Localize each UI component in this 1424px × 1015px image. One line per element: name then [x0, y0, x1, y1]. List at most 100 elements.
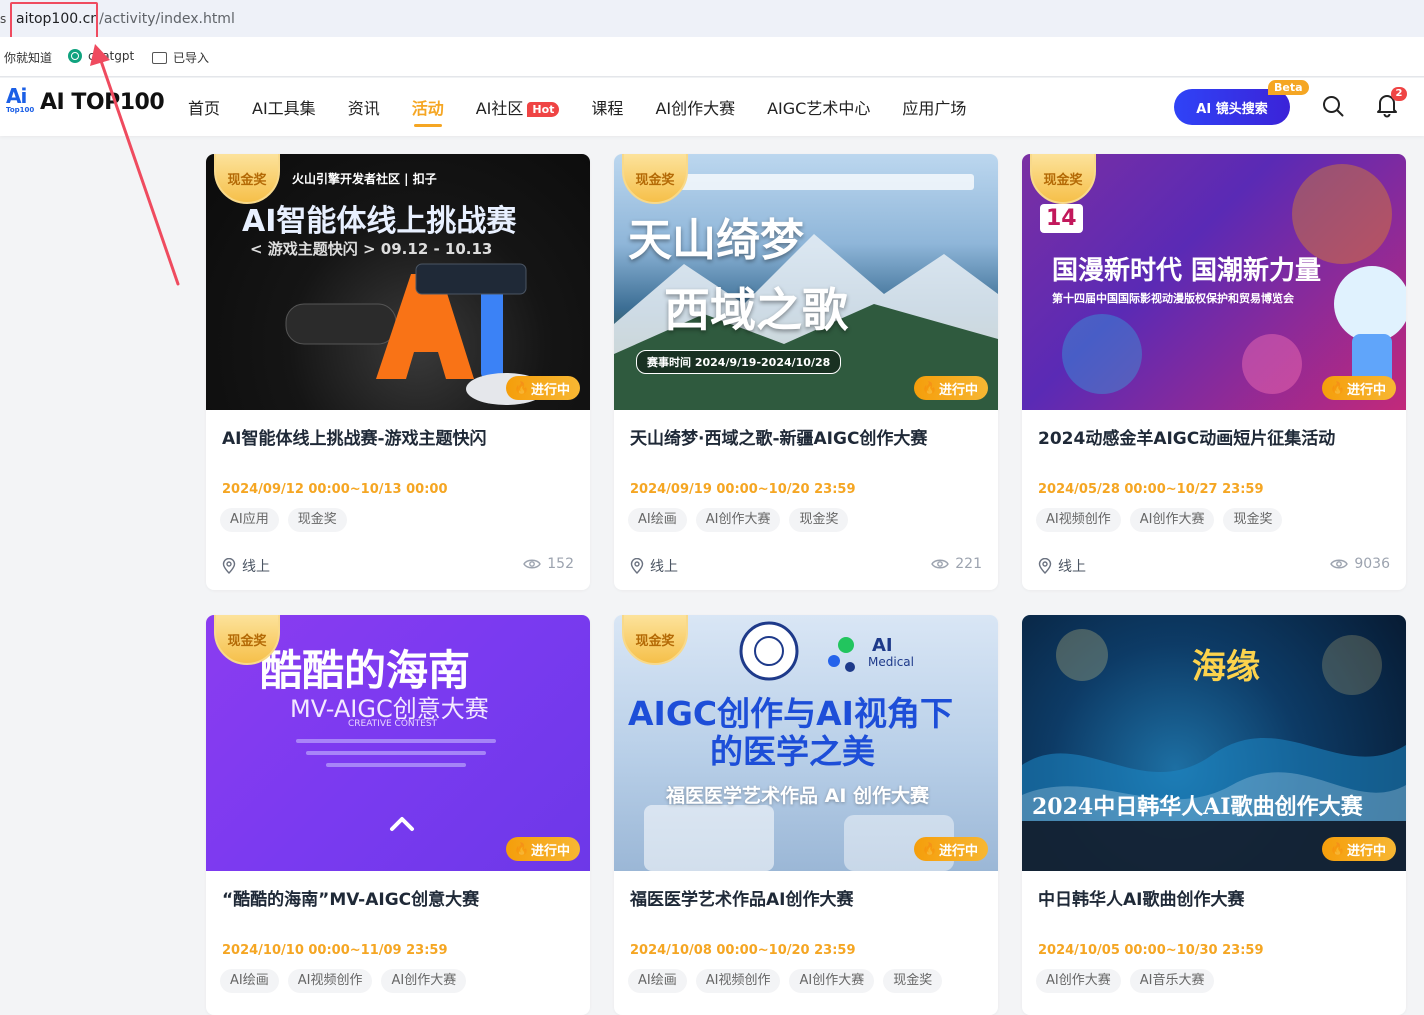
tag[interactable]: AI绘画	[628, 969, 687, 993]
banner-line2: 2024中日韩华人AI歌曲创作大赛	[1032, 794, 1363, 820]
tag[interactable]: AI创作大赛	[381, 969, 467, 993]
location-pin-icon	[222, 558, 236, 574]
banner-line3: 福医医学艺术作品 AI 创作大赛	[666, 785, 930, 807]
card-date: 2024/09/19 00:00~10/20 23:59	[630, 482, 856, 497]
tag[interactable]: AI视频创作	[1036, 508, 1121, 532]
status-pill: 🔥 进行中	[914, 837, 988, 861]
activity-card[interactable]: AI Medical AIGC创作与AI视角下 的医学之美 福医医学艺术作品 A…	[614, 615, 998, 1015]
tag[interactable]: AI创作大赛	[1129, 508, 1215, 532]
hot-badge: Hot	[527, 102, 560, 117]
location-label: 线上	[242, 559, 270, 575]
nav-aigc-art[interactable]: AIGC艺术中心	[767, 95, 870, 119]
banner-line1: 14	[1040, 204, 1083, 233]
bookmark-item[interactable]: 你就知道	[4, 49, 52, 66]
card-tags: AI绘画 AI视频创作 AI创作大赛	[220, 969, 467, 993]
activity-card[interactable]: 酷酷的海南 MV-AIGC创意大赛 CREATIVE CONTEST 现金奖 🔥…	[206, 615, 590, 1015]
bookmark-label: 你就知道	[4, 51, 53, 65]
card-date: 2024/05/28 00:00~10/27 23:59	[1038, 482, 1264, 497]
activity-card[interactable]: 14 国漫新时代 国潮新力量 第十四届中国国际影视动漫版权保护和贸易博览会 现金…	[1022, 154, 1406, 590]
views-count: 152	[547, 556, 574, 572]
bookmark-label: chatgpt	[88, 49, 135, 63]
banner-line1: 海缘	[1192, 647, 1260, 687]
url-path: /activity/index.html	[99, 11, 235, 27]
card-title[interactable]: 中日韩华人AI歌曲创作大赛	[1038, 885, 1244, 910]
tag[interactable]: 现金奖	[789, 508, 849, 532]
location-pin-icon	[630, 558, 644, 574]
card-views: 152	[523, 556, 574, 572]
tag[interactable]: AI创作大赛	[1036, 969, 1121, 993]
nav-app-plaza[interactable]: 应用广场	[902, 95, 966, 119]
status-pill: 🔥 进行中	[1322, 837, 1396, 861]
tag[interactable]: AI视频创作	[287, 969, 373, 993]
card-date: 2024/10/08 00:00~10/20 23:59	[630, 943, 856, 958]
tag[interactable]: 现金奖	[883, 969, 943, 993]
card-title[interactable]: 福医医学艺术作品AI创作大赛	[630, 885, 853, 910]
tag[interactable]: AI音乐大赛	[1129, 969, 1215, 993]
card-title[interactable]: 2024动感金羊AIGC动画短片征集活动	[1038, 424, 1335, 449]
search-icon[interactable]	[1321, 94, 1345, 118]
card-banner[interactable]: 酷酷的海南 MV-AIGC创意大赛 CREATIVE CONTEST 现金奖 🔥…	[206, 615, 590, 871]
card-title[interactable]: “酷酷的海南”MV-AIGC创意大赛	[222, 885, 479, 910]
flame-icon: 🔥	[1330, 381, 1345, 395]
logo-text: AI TOP100	[40, 89, 165, 115]
tag[interactable]: AI创作大赛	[789, 969, 875, 993]
tag[interactable]: 现金奖	[287, 508, 347, 532]
card-banner[interactable]: 火山引擎开发者社区 | 扣子 AI智能体线上挑战赛 < 游戏主题快闪 > 09.…	[206, 154, 590, 410]
nav-ai-community[interactable]: AI社区 Hot	[476, 95, 560, 119]
nav-ai-tools[interactable]: AI工具集	[252, 95, 316, 119]
card-banner[interactable]: 海缘 2024中日韩华人AI歌曲创作大赛 🔥 进行中	[1022, 615, 1406, 871]
card-title[interactable]: 天山绮梦·西域之歌-新疆AIGC创作大赛	[630, 424, 927, 449]
tag[interactable]: AI视频创作	[695, 969, 781, 993]
nav-activity[interactable]: 活动	[412, 95, 444, 127]
site-header: Ai Top100 AI TOP100 首页 AI工具集 资讯 活动 AI社区 H…	[0, 78, 1424, 136]
card-date: 2024/09/12 00:00~10/13 00:00	[222, 482, 448, 497]
card-date: 2024/10/10 00:00~11/09 23:59	[222, 943, 448, 958]
nav-home[interactable]: 首页	[188, 95, 220, 119]
card-banner[interactable]: 14 国漫新时代 国潮新力量 第十四届中国国际影视动漫版权保护和贸易博览会 现金…	[1022, 154, 1406, 410]
tag[interactable]: AI应用	[220, 508, 279, 532]
tag[interactable]: 现金奖	[1223, 508, 1283, 532]
activity-card[interactable]: 海缘 2024中日韩华人AI歌曲创作大赛 🔥 进行中 中日韩华人AI歌曲创作大赛 …	[1022, 615, 1406, 1015]
logo-mark-sub: Top100	[6, 106, 35, 114]
card-banner[interactable]: 天山绮梦 西域之歌 赛事时间 2024/9/19-2024/10/28 现金奖 …	[614, 154, 998, 410]
card-location: 线上	[630, 556, 678, 576]
tag[interactable]: AI绘画	[628, 508, 687, 532]
location-label: 线上	[1058, 559, 1086, 575]
card-tags: AI创作大赛 AI音乐大赛	[1036, 969, 1215, 993]
nav-ai-contest[interactable]: AI创作大赛	[655, 95, 735, 119]
card-tags: AI视频创作 AI创作大赛 现金奖	[1036, 508, 1283, 532]
tag[interactable]: AI创作大赛	[695, 508, 781, 532]
status-label: 进行中	[530, 843, 570, 859]
status-pill: 🔥 进行中	[1322, 376, 1396, 400]
card-tags: AI绘画 AI视频创作 AI创作大赛 现金奖	[628, 969, 943, 993]
bookmark-item-chatgpt[interactable]: chatgpt	[68, 49, 134, 63]
flame-icon: 🔥	[1330, 842, 1345, 856]
status-label: 进行中	[1346, 843, 1386, 859]
main-nav: 首页 AI工具集 资讯 活动 AI社区 Hot 课程 AI创作大赛 AIGC艺术中…	[188, 78, 998, 136]
card-tags: AI应用 现金奖	[220, 508, 347, 532]
card-tags: AI绘画 AI创作大赛 现金奖	[628, 508, 849, 532]
views-count: 221	[955, 556, 982, 572]
notification-count: 2	[1391, 87, 1407, 101]
annotation-highlight-box	[10, 2, 98, 41]
flame-icon: 🔥	[922, 381, 937, 395]
activity-card[interactable]: 火山引擎开发者社区 | 扣子 AI智能体线上挑战赛 < 游戏主题快闪 > 09.…	[206, 154, 590, 590]
browser-address-bar[interactable]: s aitop100.cn/activity/index.html	[0, 0, 1424, 37]
nav-ai-community-label: AI社区	[475, 99, 524, 118]
banner-line2: 国漫新时代 国潮新力量	[1052, 256, 1322, 286]
activity-card[interactable]: 天山绮梦 西域之歌 赛事时间 2024/9/19-2024/10/28 现金奖 …	[614, 154, 998, 590]
location-label: 线上	[650, 559, 678, 575]
nav-news[interactable]: 资讯	[348, 95, 380, 119]
banner-line3: 赛事时间 2024/9/19-2024/10/28	[636, 350, 842, 374]
tag[interactable]: AI绘画	[220, 969, 279, 993]
nav-courses[interactable]: 课程	[591, 95, 623, 119]
location-pin-icon	[1038, 558, 1052, 574]
flame-icon: 🔥	[922, 842, 937, 856]
openai-icon	[68, 49, 82, 63]
site-logo[interactable]: Ai Top100 AI TOP100	[6, 86, 165, 118]
card-banner[interactable]: AI Medical AIGC创作与AI视角下 的医学之美 福医医学艺术作品 A…	[614, 615, 998, 871]
bookmark-folder[interactable]: 已导入	[152, 49, 209, 66]
beta-badge: Beta	[1268, 80, 1309, 95]
card-title[interactable]: AI智能体线上挑战赛-游戏主题快闪	[222, 424, 487, 449]
bookmarks-bar: 你就知道 chatgpt 已导入	[0, 37, 1424, 77]
